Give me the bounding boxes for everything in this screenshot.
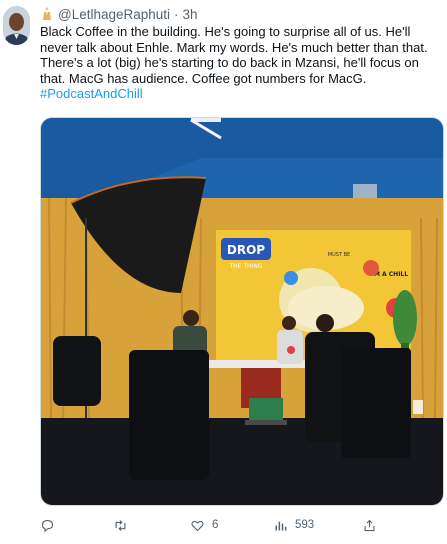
hashtag-link[interactable]: #PodcastAndChill: [40, 86, 143, 101]
author-handle[interactable]: @LetlhageRaphuti: [58, 7, 170, 22]
like-button[interactable]: 6: [190, 514, 218, 536]
retweet-button[interactable]: [113, 514, 128, 536]
share-button[interactable]: [362, 514, 377, 536]
backdrop-sticker-2: MUST BE: [328, 252, 350, 258]
separator: ·: [174, 6, 179, 22]
heart-icon: [191, 520, 204, 531]
tweet-actions: 6 593: [40, 514, 444, 536]
like-count: 6: [212, 519, 219, 531]
views-icon: [275, 521, 287, 530]
tweet-body: Black Coffee in the building. He's going…: [40, 24, 428, 86]
tweet-text: Black Coffee in the building. He's going…: [40, 24, 440, 102]
reply-button[interactable]: [40, 514, 55, 536]
hands-emoji-icon: [40, 6, 54, 21]
reply-icon: [41, 519, 54, 532]
tweet[interactable]: @LetlhageRaphuti · 3h Black Coffee in th…: [0, 0, 447, 544]
backdrop-title: DROP: [227, 243, 265, 257]
backdrop-subtitle: THE THING: [229, 263, 263, 270]
timestamp[interactable]: 3h: [183, 7, 198, 22]
tweet-photo[interactable]: DROP THE THING I'M A CHILL MUST BE: [40, 117, 444, 506]
views-button[interactable]: 593: [273, 514, 314, 536]
avatar[interactable]: [3, 6, 30, 45]
studio-photo: DROP THE THING I'M A CHILL MUST BE: [41, 118, 443, 505]
views-count: 593: [295, 519, 315, 531]
tweet-header: @LetlhageRaphuti · 3h: [40, 5, 198, 23]
share-icon: [364, 519, 375, 531]
retweet-icon: [115, 519, 126, 531]
